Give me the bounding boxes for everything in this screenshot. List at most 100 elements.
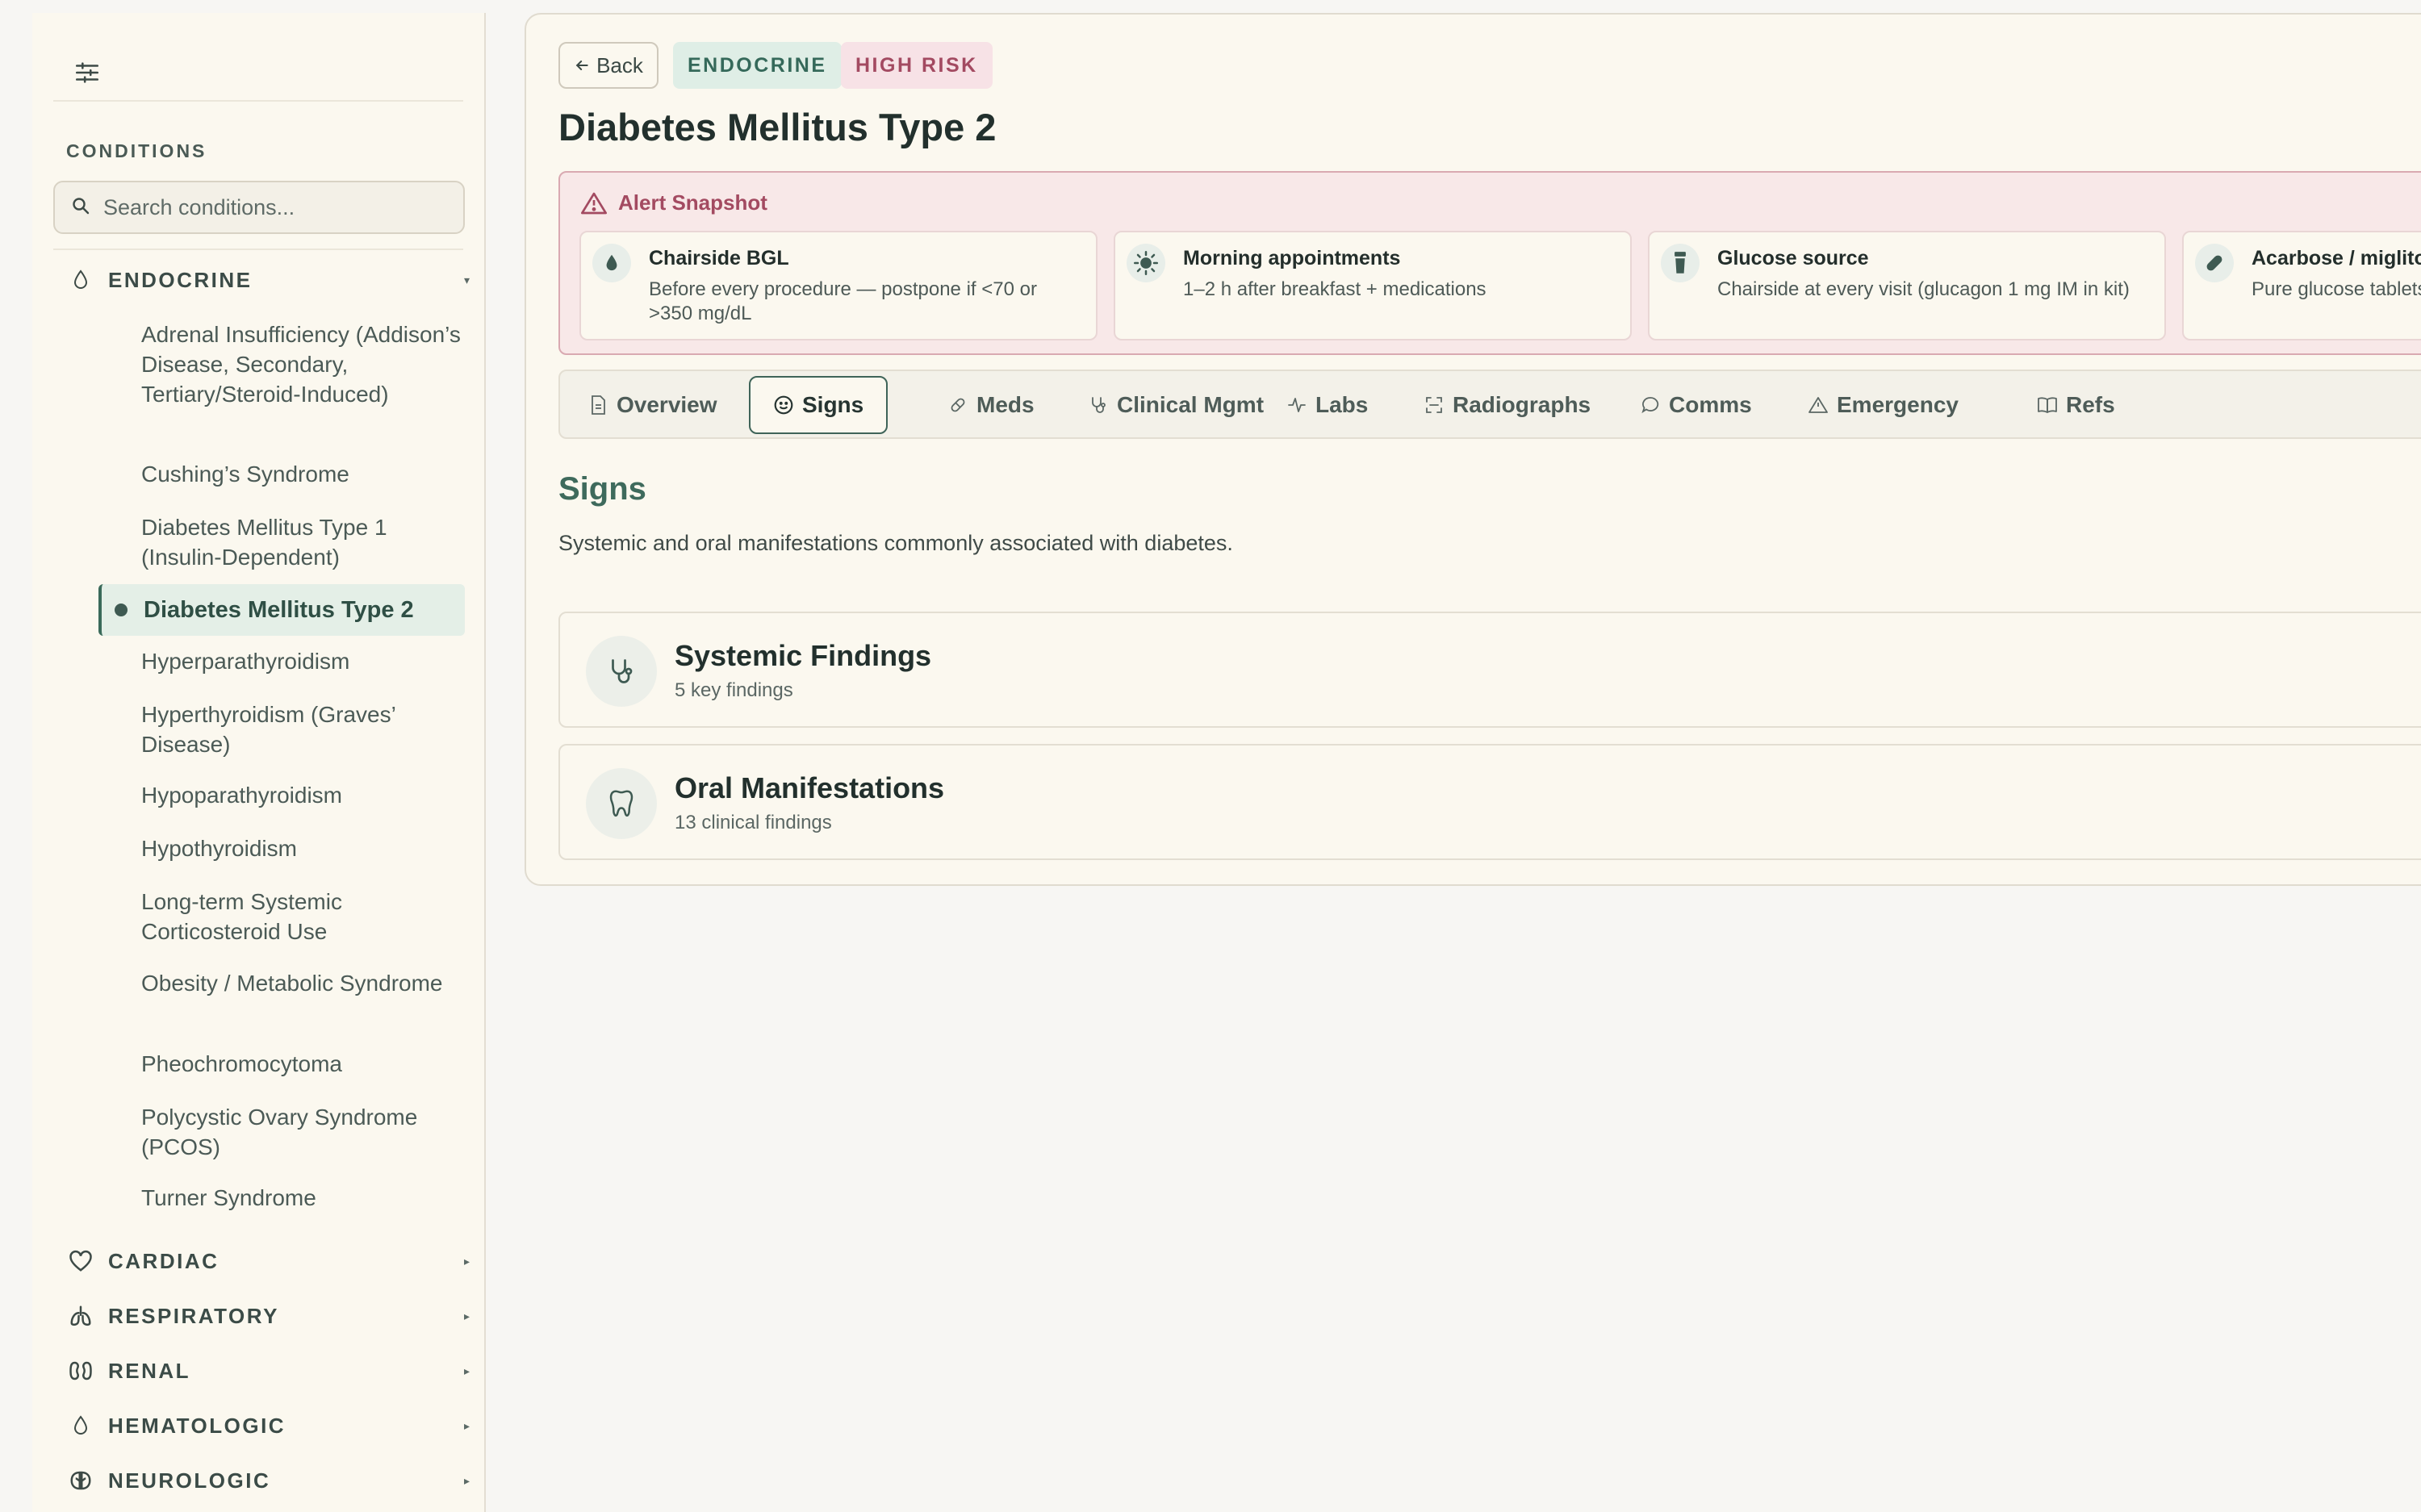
alert-card-desc: Pure glucose tablets... not work	[2252, 278, 2421, 300]
alert-snapshot: Alert Snapshot Chairside BGL Before ever…	[558, 171, 2421, 355]
tab-label: Refs	[2066, 392, 2115, 417]
book-icon	[2037, 395, 2058, 416]
tab-overview[interactable]: Overview	[587, 376, 717, 434]
category-respiratory[interactable]: RESPIRATORY ▸	[66, 1296, 470, 1336]
sidebar-item-hyperthyroidism[interactable]: Hyperthyroidism (Graves’ Disease)	[141, 700, 464, 759]
caret-right-icon: ▸	[463, 1364, 470, 1377]
search-box[interactable]	[53, 181, 465, 234]
droplet-icon	[66, 265, 95, 294]
back-label: Back	[596, 52, 643, 77]
alert-card-bgl: Chairside BGL Before every procedure — p…	[579, 231, 1098, 340]
category-label: ENDOCRINE	[108, 267, 253, 292]
sun-icon	[1127, 244, 1165, 282]
tab-labs[interactable]: Labs	[1286, 376, 1368, 434]
tooth-icon	[586, 768, 657, 839]
divider	[53, 100, 463, 102]
caret-down-icon: ▾	[463, 273, 470, 286]
alert-card-title: Acarbose / miglitol	[2252, 247, 2421, 269]
category-badge: ENDOCRINE	[673, 42, 842, 89]
sidebar-item-hypoparathyroidism[interactable]: Hypoparathyroidism	[141, 780, 464, 810]
page-title: Diabetes Mellitus Type 2	[558, 106, 997, 148]
alert-heading-text: Alert Snapshot	[618, 190, 767, 215]
oral-manifestations-card[interactable]: Oral Manifestations 13 clinical findings	[558, 744, 2421, 860]
category-label: RENAL	[108, 1358, 191, 1383]
tab-signs[interactable]: Signs	[749, 376, 889, 434]
tab-label: Emergency	[1837, 392, 1959, 417]
sidebar-item-diabetes-type-2[interactable]: Diabetes Mellitus Type 2	[98, 584, 465, 636]
caret-right-icon: ▸	[463, 1473, 470, 1487]
condition-detail-panel: Back ENDOCRINE HIGH RISK Diabetes Mellit…	[525, 13, 2421, 886]
sidebar: CONDITIONS ENDOCRINE ▾ Adrenal Insuffici…	[32, 13, 486, 1512]
systemic-findings-card[interactable]: Systemic Findings 5 key findings	[558, 612, 2421, 728]
category-cardiac[interactable]: CARDIAC ▸	[66, 1241, 470, 1281]
alert-card-title: Glucose source	[1717, 247, 1869, 269]
search-input[interactable]	[103, 194, 450, 220]
sidebar-item-obesity[interactable]: Obesity / Metabolic Syndrome	[141, 968, 464, 998]
search-icon	[71, 196, 90, 219]
pill-icon	[2195, 244, 2234, 282]
tab-meds[interactable]: Meds	[947, 376, 1035, 434]
sidebar-item-pcos[interactable]: Polycystic Ovary Syndrome (PCOS)	[141, 1102, 464, 1162]
findings-count: 5 key findings	[675, 679, 793, 701]
arrow-left-icon	[574, 57, 590, 73]
sidebar-item-cushings[interactable]: Cushing’s Syndrome	[141, 459, 464, 489]
tab-radiographs[interactable]: Radiographs	[1424, 376, 1591, 434]
droplet-icon	[592, 244, 631, 282]
sidebar-item-adrenal-insufficiency[interactable]: Adrenal Insufficiency (Addison’s Disease…	[141, 320, 464, 409]
tab-emergency[interactable]: Emergency	[1808, 376, 1959, 434]
tab-refs[interactable]: Refs	[2037, 376, 2115, 434]
kidney-icon	[66, 1356, 95, 1385]
alert-card-title: Morning appointments	[1183, 247, 1401, 269]
pill-icon	[947, 395, 968, 416]
tab-comms[interactable]: Comms	[1640, 376, 1752, 434]
section-title: Signs	[558, 471, 646, 507]
sidebar-item-diabetes-type-1[interactable]: Diabetes Mellitus Type 1 (Insulin-Depend…	[141, 512, 464, 572]
smiley-icon	[773, 395, 794, 416]
category-label: NEUROLOGIC	[108, 1468, 271, 1493]
category-label: RESPIRATORY	[108, 1303, 279, 1328]
caret-right-icon: ▸	[463, 1418, 470, 1432]
alert-card-acarbose: Acarbose / miglitol Pure glucose tablets…	[2182, 231, 2421, 340]
category-neurologic[interactable]: NEUROLOGIC ▸	[66, 1460, 470, 1501]
scan-icon	[1424, 395, 1445, 416]
sidebar-item-label: Diabetes Mellitus Type 2	[144, 596, 414, 623]
findings-title: Oral Manifestations	[675, 771, 945, 804]
back-button[interactable]: Back	[558, 42, 659, 89]
sidebar-item-pheochromocytoma[interactable]: Pheochromocytoma	[141, 1049, 464, 1079]
sliders-icon[interactable]	[68, 53, 107, 92]
tab-label: Overview	[617, 392, 717, 417]
category-renal[interactable]: RENAL ▸	[66, 1351, 470, 1391]
heart-icon	[66, 1247, 95, 1276]
warning-icon	[1808, 395, 1829, 416]
alert-card-glucose: Glucose source Chairside at every visit …	[1648, 231, 2166, 340]
alert-card-desc: 1–2 h after breakfast + medications	[1183, 278, 1486, 300]
section-description: Systemic and oral manifestations commonl…	[558, 531, 1233, 555]
active-indicator	[115, 604, 128, 616]
category-hematologic[interactable]: HEMATOLOGIC ▸	[66, 1405, 470, 1446]
tab-label: Radiographs	[1453, 392, 1591, 417]
sidebar-item-hypothyroidism[interactable]: Hypothyroidism	[141, 833, 464, 863]
document-icon	[587, 395, 608, 416]
sidebar-title: CONDITIONS	[66, 140, 207, 161]
risk-badge: HIGH RISK	[841, 42, 993, 89]
alert-card-desc: Chairside at every visit (glucagon 1 mg …	[1717, 278, 2130, 300]
sidebar-item-turner[interactable]: Turner Syndrome	[141, 1183, 464, 1213]
findings-title: Systemic Findings	[675, 639, 932, 672]
caret-right-icon: ▸	[463, 1309, 470, 1322]
tab-clinical-mgmt[interactable]: Clinical Mgmt	[1088, 376, 1264, 434]
alert-card-desc: Before every procedure — postpone if <70…	[649, 278, 1037, 324]
category-endocrine[interactable]: ENDOCRINE ▾	[66, 260, 470, 300]
warning-icon	[581, 191, 607, 215]
alert-heading: Alert Snapshot	[581, 190, 767, 215]
chat-icon	[1640, 395, 1661, 416]
tab-label: Labs	[1315, 392, 1369, 417]
tab-label: Meds	[976, 392, 1035, 417]
sidebar-item-corticosteroid-use[interactable]: Long-term Systemic Corticosteroid Use	[141, 887, 464, 946]
glucose-bottle-icon	[1661, 244, 1700, 282]
lungs-icon	[66, 1301, 95, 1330]
activity-icon	[1286, 395, 1307, 416]
brain-icon	[66, 1466, 95, 1495]
tab-label: Signs	[802, 392, 864, 417]
sidebar-item-hyperparathyroidism[interactable]: Hyperparathyroidism	[141, 646, 464, 676]
alert-card-morning: Morning appointments 1–2 h after breakfa…	[1114, 231, 1632, 340]
